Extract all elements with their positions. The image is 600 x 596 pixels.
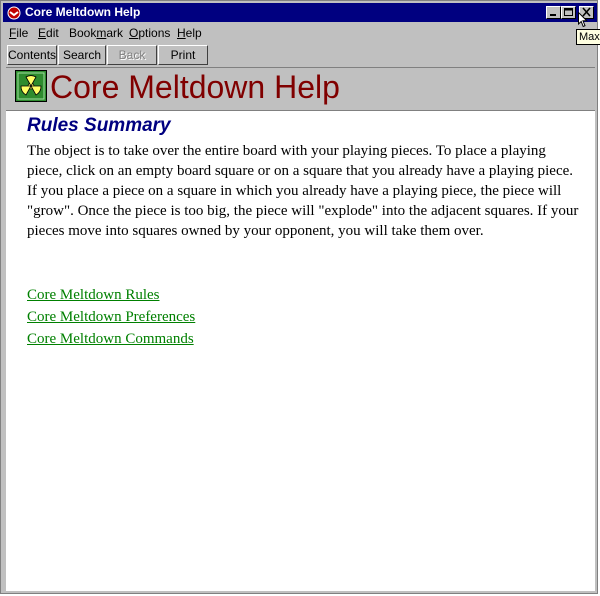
menu-options[interactable]: Options — [129, 26, 170, 40]
rules-paragraph: The object is to take over the entire bo… — [27, 143, 579, 239]
menu-help[interactable]: Help — [177, 26, 202, 40]
maximize-button[interactable] — [561, 6, 576, 19]
print-button[interactable]: Print — [158, 45, 208, 65]
topic-heading: Rules Summary — [27, 115, 171, 136]
minimize-icon — [550, 14, 556, 16]
search-button[interactable]: Search — [58, 45, 106, 65]
maximize-icon — [564, 8, 573, 16]
maximize-tooltip: Maximize — [576, 29, 600, 45]
menu-file[interactable]: File — [9, 26, 28, 40]
title-bar[interactable]: Core Meltdown Help — [3, 3, 597, 22]
banner-title: Core Meltdown Help — [50, 69, 340, 105]
link-core-meltdown-rules[interactable]: Core Meltdown Rules — [27, 287, 160, 304]
menu-bookmark[interactable]: Bookmark — [69, 26, 123, 40]
menu-edit[interactable]: Edit — [38, 26, 59, 40]
topic-banner: Core Meltdown Help — [6, 67, 595, 111]
radiation-icon — [15, 70, 47, 102]
toolbar: Contents Search Back Print — [3, 44, 597, 66]
window-title: Core Meltdown Help — [25, 5, 141, 19]
help-book-icon[interactable] — [7, 6, 21, 20]
link-core-meltdown-commands[interactable]: Core Meltdown Commands — [27, 331, 194, 348]
mouse-cursor-icon — [578, 12, 588, 28]
help-content[interactable]: Rules Summary The object is to take over… — [6, 111, 595, 591]
contents-button[interactable]: Contents — [7, 45, 57, 65]
link-core-meltdown-preferences[interactable]: Core Meltdown Preferences — [27, 309, 195, 326]
menu-bar: File Edit Bookmark Options Help — [3, 23, 597, 43]
back-button[interactable]: Back — [107, 45, 157, 65]
help-window: Core Meltdown Help File Edit Bookmark Op… — [0, 0, 598, 594]
minimize-button[interactable] — [546, 6, 561, 19]
